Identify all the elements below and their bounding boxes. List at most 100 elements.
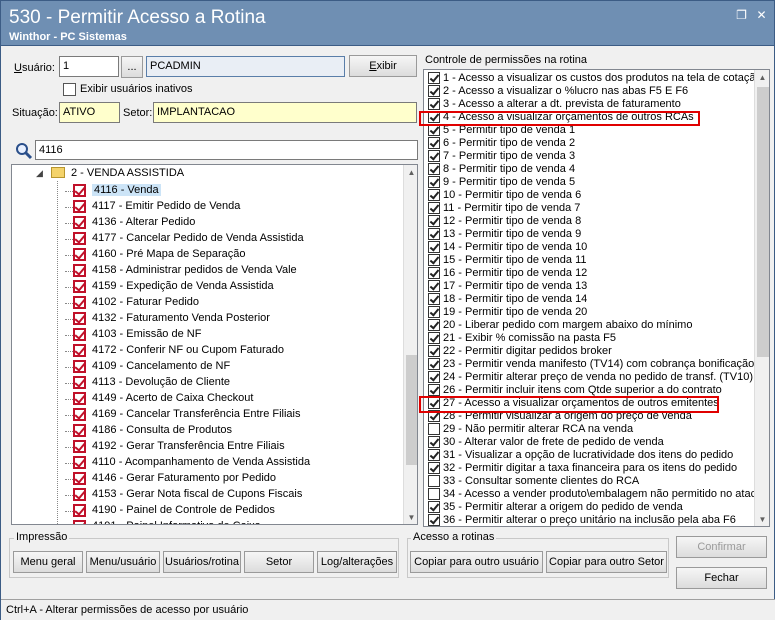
tree-item[interactable]: 4158 - Administrar pedidos de Venda Vale <box>12 263 412 279</box>
search-input[interactable]: 4116 <box>35 140 418 160</box>
tree-item-checkbox[interactable] <box>73 360 86 373</box>
confirm-button[interactable]: Confirmar <box>676 536 767 558</box>
tree-item-checkbox[interactable] <box>73 520 86 524</box>
browse-user-button[interactable]: ... <box>121 56 143 78</box>
permission-item[interactable]: 35 - Permitir alterar a origem do pedido… <box>424 501 754 514</box>
permission-checkbox[interactable] <box>428 462 440 474</box>
permission-checkbox[interactable] <box>428 501 440 513</box>
permission-checkbox[interactable] <box>428 449 440 461</box>
permission-checkbox[interactable] <box>428 332 440 344</box>
tree-item[interactable]: 4190 - Painel de Controle de Pedidos <box>12 503 412 519</box>
permission-item[interactable]: 3 - Acesso a alterar a dt. prevista de f… <box>424 98 754 111</box>
log-alteracoes-button[interactable]: Log/alterações <box>317 551 397 573</box>
tree-item[interactable]: 4102 - Faturar Pedido <box>12 295 412 311</box>
permission-item[interactable]: 12 - Permitir tipo de venda 8 <box>424 215 754 228</box>
permission-checkbox[interactable] <box>428 306 440 318</box>
permission-item[interactable]: 10 - Permitir tipo de venda 6 <box>424 189 754 202</box>
permission-item[interactable]: 24 - Permitir alterar preço de venda no … <box>424 371 754 384</box>
collapse-icon[interactable]: ◢ <box>36 168 43 179</box>
tree-item[interactable]: 4177 - Cancelar Pedido de Venda Assistid… <box>12 231 412 247</box>
tree-item-checkbox[interactable] <box>73 184 86 197</box>
usuarios-rotina-button[interactable]: Usuários/rotina <box>163 551 241 573</box>
tree-item-checkbox[interactable] <box>73 392 86 405</box>
permission-item[interactable]: 29 - Não permitir alterar RCA na venda <box>424 423 754 436</box>
tree-item-checkbox[interactable] <box>73 200 86 213</box>
tree-item-checkbox[interactable] <box>73 456 86 469</box>
tree-item[interactable]: 4169 - Cancelar Transferência Entre Fili… <box>12 407 412 423</box>
copy-other-setor-button[interactable]: Copiar para outro Setor <box>546 551 667 573</box>
permissions-list[interactable]: 1 - Acesso a visualizar os custos dos pr… <box>423 69 770 527</box>
perm-scroll-down-icon[interactable]: ▼ <box>755 512 769 526</box>
tree-item-checkbox[interactable] <box>73 248 86 261</box>
perm-scroll-thumb[interactable] <box>757 87 769 357</box>
tree-item[interactable]: 4160 - Pré Mapa de Separação <box>12 247 412 263</box>
tree-item-checkbox[interactable] <box>73 504 86 517</box>
tree-item-checkbox[interactable] <box>73 328 86 341</box>
permission-item[interactable]: 33 - Consultar somente clientes do RCA <box>424 475 754 488</box>
tree-item-checkbox[interactable] <box>73 312 86 325</box>
permission-checkbox[interactable] <box>428 358 440 370</box>
permission-checkbox[interactable] <box>428 475 440 487</box>
permission-checkbox[interactable] <box>428 436 440 448</box>
tree-item[interactable]: 4110 - Acompanhamento de Venda Assistida <box>12 455 412 471</box>
menu-geral-button[interactable]: Menu geral <box>13 551 83 573</box>
tree-item-checkbox[interactable] <box>73 280 86 293</box>
scroll-up-icon[interactable]: ▲ <box>404 165 417 181</box>
permission-item[interactable]: 17 - Permitir tipo de venda 13 <box>424 280 754 293</box>
tree-item[interactable]: 4132 - Faturamento Venda Posterior <box>12 311 412 327</box>
tree-item[interactable]: 4149 - Acerto de Caixa Checkout <box>12 391 412 407</box>
permissions-scrollbar[interactable]: ▲ ▼ <box>754 70 769 526</box>
permission-checkbox[interactable] <box>428 150 440 162</box>
tree-item-checkbox[interactable] <box>73 440 86 453</box>
tree-item-checkbox[interactable] <box>73 376 86 389</box>
tree-item-checkbox[interactable] <box>73 488 86 501</box>
permission-item[interactable]: 14 - Permitir tipo de venda 10 <box>424 241 754 254</box>
tree-item-checkbox[interactable] <box>73 424 86 437</box>
permission-checkbox[interactable] <box>428 423 440 435</box>
user-code-field[interactable]: 1 <box>59 56 119 77</box>
permission-checkbox[interactable] <box>428 254 440 266</box>
close-button[interactable]: Fechar <box>676 567 767 589</box>
scroll-down-icon[interactable]: ▼ <box>404 510 417 524</box>
tree-item-checkbox[interactable] <box>73 232 86 245</box>
permission-item[interactable]: 34 - Acesso a vender produto\embalagem n… <box>424 488 756 501</box>
permission-item[interactable]: 32 - Permitir digitar a taxa financeira … <box>424 462 754 475</box>
permission-item[interactable]: 8 - Permitir tipo de venda 4 <box>424 163 754 176</box>
copy-other-user-button[interactable]: Copiar para outro usuário <box>410 551 543 573</box>
permission-item[interactable]: 11 - Permitir tipo de venda 7 <box>424 202 754 215</box>
tree-item[interactable]: 4191 - Painel Informativo de Caixa <box>12 519 412 524</box>
tree-scrollbar[interactable]: ▲ ▼ <box>403 165 417 524</box>
inactive-users-checkbox[interactable] <box>63 83 76 96</box>
permission-checkbox[interactable] <box>428 228 440 240</box>
permission-item[interactable]: 22 - Permitir digitar pedidos broker <box>424 345 754 358</box>
perm-scroll-up-icon[interactable]: ▲ <box>755 70 769 86</box>
permission-checkbox[interactable] <box>428 319 440 331</box>
permission-item[interactable]: 1 - Acesso a visualizar os custos dos pr… <box>424 72 755 85</box>
tree-item-checkbox[interactable] <box>73 472 86 485</box>
permission-item[interactable]: 13 - Permitir tipo de venda 9 <box>424 228 754 241</box>
tree-item[interactable]: 4103 - Emissão de NF <box>12 327 412 343</box>
restore-icon[interactable]: ❐ <box>734 8 749 22</box>
show-button[interactable]: Exibir <box>349 55 417 77</box>
permission-checkbox[interactable] <box>428 85 440 97</box>
permission-item[interactable]: 16 - Permitir tipo de venda 12 <box>424 267 754 280</box>
permission-checkbox[interactable] <box>428 384 440 396</box>
permission-checkbox[interactable] <box>428 488 440 500</box>
permission-item[interactable]: 7 - Permitir tipo de venda 3 <box>424 150 754 163</box>
tree-item[interactable]: 4172 - Conferir NF ou Cupom Faturado <box>12 343 412 359</box>
permission-checkbox[interactable] <box>428 202 440 214</box>
tree-item[interactable]: 4113 - Devolução de Cliente <box>12 375 412 391</box>
routine-tree[interactable]: ◢ 2 - VENDA ASSISTIDA 4116 - Venda 4117 -… <box>11 164 418 525</box>
menu-usuario-button[interactable]: Menu/usuário <box>86 551 160 573</box>
permission-checkbox[interactable] <box>428 241 440 253</box>
permission-checkbox[interactable] <box>428 137 440 149</box>
tree-item[interactable]: 4153 - Gerar Nota fiscal de Cupons Fisca… <box>12 487 412 503</box>
tree-item[interactable]: 4117 - Emitir Pedido de Venda <box>12 199 412 215</box>
permission-checkbox[interactable] <box>428 163 440 175</box>
tree-item-checkbox[interactable] <box>73 216 86 229</box>
tree-item-checkbox[interactable] <box>73 296 86 309</box>
permission-item[interactable]: 23 - Permitir venda manifesto (TV14) com… <box>424 358 754 371</box>
permission-item[interactable]: 15 - Permitir tipo de venda 11 <box>424 254 754 267</box>
permission-checkbox[interactable] <box>428 176 440 188</box>
tree-item[interactable]: 4136 - Alterar Pedido <box>12 215 412 231</box>
